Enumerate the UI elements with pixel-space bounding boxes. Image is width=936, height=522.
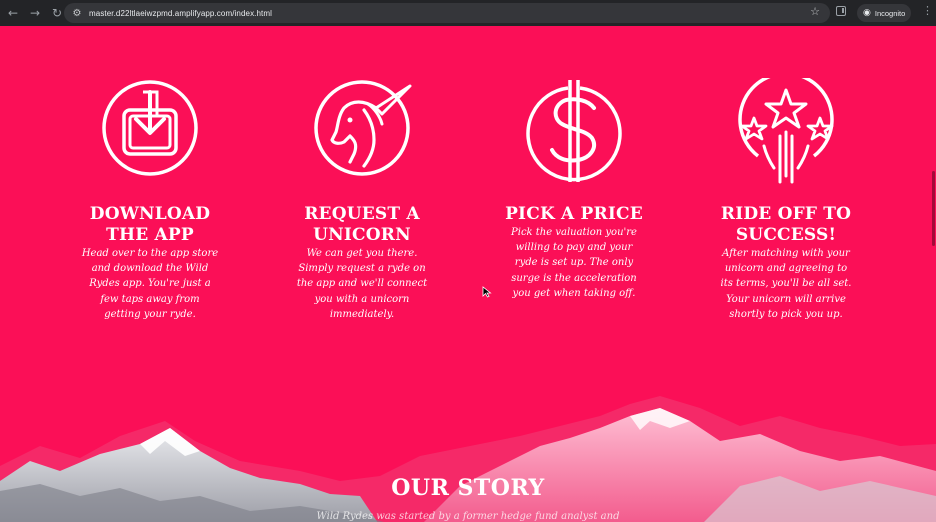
- step-text-download: Head over to the app store and download t…: [81, 248, 219, 320]
- story-text: Wild Rydes was started by a former hedge…: [316, 511, 620, 522]
- download-icon: [102, 80, 198, 176]
- step-text-unicorn: We can get you there. Simply request a ry…: [296, 248, 428, 320]
- step-title-price: PICK A PRICE: [505, 204, 643, 224]
- forward-icon[interactable]: →: [26, 4, 44, 22]
- scroll-thumb[interactable]: [932, 171, 935, 246]
- step-title-unicorn: REQUEST A UNICORN: [304, 204, 420, 245]
- story-title: OUR STORY: [391, 475, 545, 501]
- site-info-icon[interactable]: ⚙: [70, 6, 84, 20]
- step-title-ride: RIDE OFF TO SUCCESS!: [720, 204, 852, 245]
- step-text-ride: After matching with your unicorn and agre…: [720, 248, 852, 320]
- shooting-stars-icon: [738, 78, 834, 184]
- bookmark-star-icon[interactable]: ☆: [810, 5, 820, 18]
- incognito-icon: ◉: [863, 8, 871, 18]
- side-panel-icon[interactable]: [836, 6, 846, 16]
- menu-dots-icon[interactable]: ⋮: [922, 4, 933, 17]
- mouse-cursor-icon: [482, 286, 492, 298]
- step-text-price: Pick the valuation you're willing to pay …: [511, 227, 637, 299]
- incognito-badge[interactable]: ◉ Incognito: [857, 4, 912, 22]
- back-icon[interactable]: ←: [4, 4, 22, 22]
- dollar-icon: [526, 80, 622, 182]
- page-content: DOWNLOAD THE APP Head over to the app sto…: [0, 26, 936, 522]
- unicorn-icon: [314, 80, 412, 176]
- url-text[interactable]: master.d22ltlaeiwzpmd.amplifyapp.com/ind…: [89, 9, 272, 18]
- address-bar[interactable]: ⚙ master.d22ltlaeiwzpmd.amplifyapp.com/i…: [64, 3, 830, 23]
- page-scrollbar[interactable]: [930, 26, 936, 522]
- incognito-label: Incognito: [874, 8, 906, 18]
- browser-toolbar: ← → ↻ ⚙ master.d22ltlaeiwzpmd.amplifyapp…: [0, 0, 936, 26]
- step-title-download: DOWNLOAD THE APP: [89, 204, 211, 245]
